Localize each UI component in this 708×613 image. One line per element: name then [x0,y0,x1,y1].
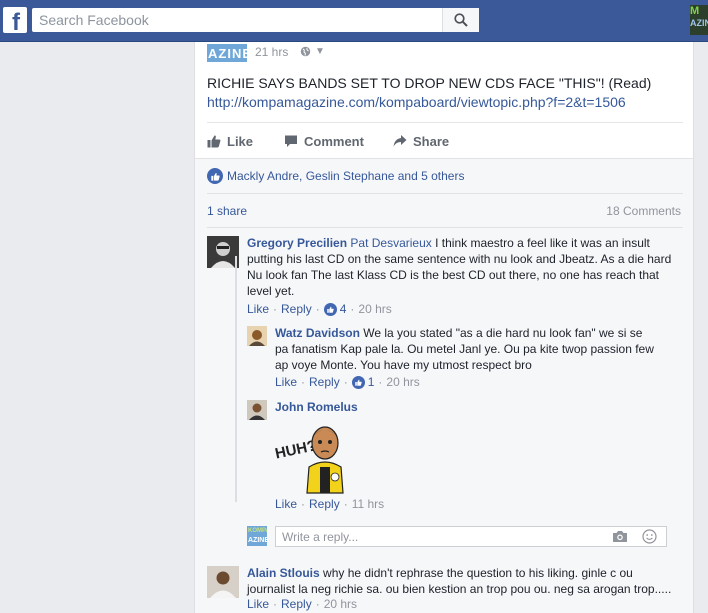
comment-timestamp[interactable]: 20 hrs [324,597,357,611]
profile-thumbnail[interactable]: M AZINE [690,5,708,35]
comments-divider [207,227,683,228]
reply-body: John Romelus [275,399,358,415]
reply-like-link[interactable]: Like [275,375,297,389]
avatar[interactable] [247,326,267,346]
reply-like-count[interactable]: 1 [368,375,375,389]
page-avatar[interactable]: AZINE [207,44,247,62]
comment-count[interactable]: 18 Comments [606,204,681,218]
reactions-divider [207,193,683,194]
post-card: AZINE 21 hrs ▼ RICHIE SAYS BANDS SET TO … [194,42,694,613]
post-text: RICHIE SAYS BANDS SET TO DROP NEW CDS FA… [207,75,652,91]
comment-like-link[interactable]: Like [247,597,269,611]
reply-timestamp[interactable]: 20 hrs [386,375,419,389]
reply-timestamp[interactable]: 11 hrs [352,497,384,511]
comments-section: Mackly Andre, Geslin Stephane and 5 othe… [195,158,693,613]
reply-meta: Like · Reply · 11 hrs [275,497,385,511]
like-reaction-icon [207,168,223,184]
avatar[interactable] [247,400,267,420]
like-action-button[interactable]: Like [207,131,253,151]
reply-input[interactable] [276,527,596,546]
facebook-logo[interactable]: f [3,7,27,33]
huh-sticker[interactable]: HUH? [273,421,355,495]
reply-like-link[interactable]: Like [275,497,297,511]
globe-icon [300,46,311,57]
share-action-label: Share [413,133,450,149]
emoji-icon[interactable] [642,529,657,544]
comment-like-count[interactable]: 4 [340,302,347,316]
post-timestamp[interactable]: 21 hrs [255,45,288,59]
sticker-graphic: HUH? [274,426,344,494]
avatar[interactable]: KOMPA AZINE [247,526,267,546]
thumbs-up-icon [207,135,221,148]
reply-thread-line [235,256,237,502]
camera-icon[interactable] [612,530,628,543]
privacy-dropdown-icon[interactable]: ▼ [315,46,325,57]
search-button[interactable] [442,8,479,32]
search-input[interactable] [32,8,442,32]
reply-composer [275,526,667,547]
share-count[interactable]: 1 share [207,204,247,218]
like-action-label: Like [227,133,254,149]
post-link[interactable]: http://kompamagazine.com/kompaboard/view… [207,93,626,112]
like-reaction-icon [323,302,337,316]
comment-author[interactable]: Alain Stlouis [247,566,320,580]
share-action-button[interactable]: Share [393,131,449,151]
comment-meta: Like · Reply · 20 hrs [247,597,358,611]
tagged-user[interactable]: Pat Desvarieux [350,236,431,250]
comment-action-label: Comment [304,133,364,149]
comment-action-button[interactable]: Comment [284,131,364,151]
top-navigation-bar: f M AZINE [0,0,708,42]
like-reaction-icon [351,375,365,389]
search-icon [454,13,468,27]
comment-body: Gregory Precilien Pat Desvarieux I think… [247,235,681,299]
reply-author[interactable]: Watz Davidson [275,326,360,340]
svg-text:HUH?: HUH? [274,437,318,462]
comment-author[interactable]: Gregory Precilien [247,236,347,250]
likers-text[interactable]: Mackly Andre, Geslin Stephane and 5 othe… [227,169,464,183]
comment-icon [285,135,297,147]
share-arrow-icon [393,135,407,147]
actions-divider-top [207,122,683,123]
comment-body: Alain Stlouis why he didn't rephrase the… [247,565,681,597]
reactions-summary[interactable]: Mackly Andre, Geslin Stephane and 5 othe… [207,167,464,185]
avatar[interactable] [207,566,239,598]
search-box [32,8,479,32]
reply-meta: Like · Reply · 1 · 20 hrs [275,375,420,389]
reply-author[interactable]: John Romelus [275,400,358,414]
comment-reply-link[interactable]: Reply [281,597,312,611]
comment-reply-link[interactable]: Reply [281,302,312,316]
comment-like-link[interactable]: Like [247,302,269,316]
comment-meta: Like · Reply · 4 · 20 hrs [247,302,392,316]
reply-body: Watz Davidson We la you stated "as a die… [275,325,655,373]
reply-reply-link[interactable]: Reply [309,375,340,389]
comment-timestamp[interactable]: 20 hrs [358,302,391,316]
reply-reply-link[interactable]: Reply [309,497,340,511]
